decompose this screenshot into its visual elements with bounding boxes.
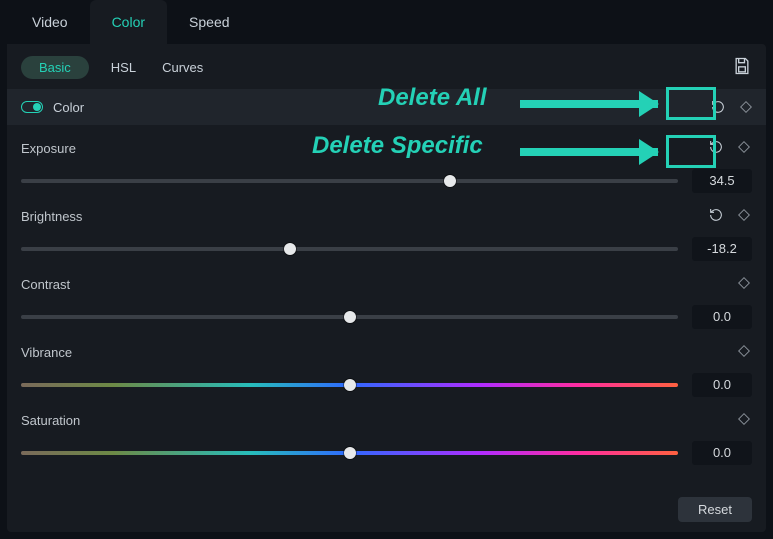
sub-tabs: Basic HSL Curves — [7, 56, 766, 89]
brightness-keyframe-icon[interactable] — [736, 207, 752, 226]
vibrance-label: Vibrance — [21, 345, 72, 360]
keyframe-all-icon[interactable] — [738, 99, 754, 115]
brightness-slider-thumb[interactable] — [284, 243, 296, 255]
tab-video[interactable]: Video — [10, 0, 90, 44]
contrast-keyframe-icon[interactable] — [736, 275, 752, 294]
save-preset-icon[interactable] — [732, 56, 752, 76]
vibrance-property: Vibrance 0.0 — [7, 329, 766, 397]
brightness-label: Brightness — [21, 209, 82, 224]
color-panel: Basic HSL Curves Color Exposure34.5Brigh… — [7, 44, 766, 532]
saturation-keyframe-icon[interactable] — [736, 411, 752, 430]
reset-all-icon[interactable] — [710, 99, 726, 115]
vibrance-slider-thumb[interactable] — [344, 379, 356, 391]
saturation-slider-thumb[interactable] — [344, 447, 356, 459]
contrast-slider[interactable] — [21, 315, 678, 319]
top-tabs: Video Color Speed — [0, 0, 773, 44]
saturation-label: Saturation — [21, 413, 80, 428]
contrast-value[interactable]: 0.0 — [692, 305, 752, 329]
brightness-reset-icon[interactable] — [708, 207, 724, 226]
exposure-value[interactable]: 34.5 — [692, 169, 752, 193]
color-section-header: Color — [7, 89, 766, 125]
saturation-slider[interactable] — [21, 451, 678, 455]
exposure-keyframe-icon[interactable] — [736, 139, 752, 158]
brightness-value[interactable]: -18.2 — [692, 237, 752, 261]
subtab-hsl[interactable]: HSL — [107, 56, 140, 79]
saturation-value[interactable]: 0.0 — [692, 441, 752, 465]
brightness-slider[interactable] — [21, 247, 678, 251]
exposure-slider[interactable] — [21, 179, 678, 183]
contrast-property: Contrast 0.0 — [7, 261, 766, 329]
vibrance-value[interactable]: 0.0 — [692, 373, 752, 397]
exposure-slider-thumb[interactable] — [444, 175, 456, 187]
section-title: Color — [53, 100, 84, 115]
subtab-basic[interactable]: Basic — [21, 56, 89, 79]
exposure-label: Exposure — [21, 141, 76, 156]
vibrance-slider[interactable] — [21, 383, 678, 387]
contrast-slider-thumb[interactable] — [344, 311, 356, 323]
vibrance-keyframe-icon[interactable] — [736, 343, 752, 362]
color-toggle[interactable] — [21, 101, 43, 113]
contrast-label: Contrast — [21, 277, 70, 292]
tab-color[interactable]: Color — [90, 0, 167, 44]
subtab-curves[interactable]: Curves — [158, 56, 207, 79]
saturation-property: Saturation 0.0 — [7, 397, 766, 465]
exposure-reset-icon[interactable] — [708, 139, 724, 158]
reset-button[interactable]: Reset — [678, 497, 752, 522]
exposure-property: Exposure 34.5 — [7, 125, 766, 193]
brightness-property: Brightness -18.2 — [7, 193, 766, 261]
tab-speed[interactable]: Speed — [167, 0, 251, 44]
